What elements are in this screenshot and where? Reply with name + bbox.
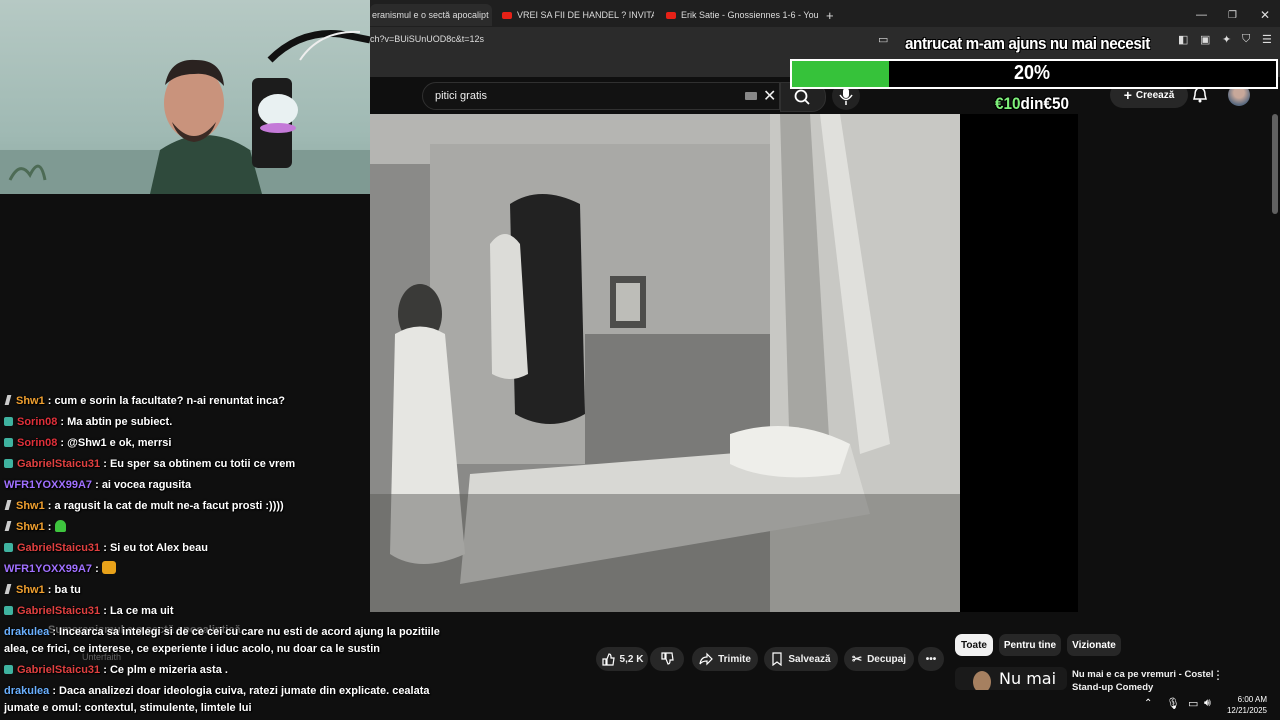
chat-message: GabrielStaicu31 : Eu sper sa obtinem cu … [4, 456, 295, 473]
donation-progress-fill [792, 61, 889, 87]
donation-percent: 20% [1014, 62, 1051, 84]
search-box[interactable]: pitici gratis ✕ [422, 82, 780, 110]
subscriber-badge-icon [4, 606, 13, 615]
save-label: Salvează [788, 653, 831, 665]
sword-badge-icon [4, 395, 12, 405]
url-text[interactable]: ch?v=BUiSUnUOD8c&t=12s [370, 34, 484, 44]
suggested-thumbnail[interactable]: Nu mai e [955, 667, 1067, 690]
browser-tab[interactable]: Erik Satie - Gnossiennes 1-6 - YouTub [666, 4, 818, 26]
system-clock[interactable]: 6:00 AM 12/21/2025 [1225, 694, 1267, 716]
subscriber-badge-icon [4, 543, 13, 552]
chat-message: GabrielStaicu31 : Ce plm e mizeria asta … [4, 662, 228, 679]
mic-tray-icon[interactable]: 🎙︎ [1166, 697, 1180, 710]
thumbnail-face [973, 671, 991, 690]
network-icon[interactable]: ▭ [1188, 697, 1198, 710]
subscriber-badge-icon [4, 459, 13, 468]
chip-for-you[interactable]: Pentru tine [999, 634, 1061, 656]
chat-message: Shw1 : [4, 519, 66, 536]
webcam-overlay [0, 0, 370, 194]
sword-badge-icon [4, 584, 12, 594]
chat-message-continued: alea, ce frici, ce interese, ce experien… [4, 643, 380, 655]
clip-icon: ✂ [852, 652, 863, 666]
chip-watched[interactable]: Vizionate [1067, 634, 1121, 656]
donation-message: antrucat m-am ajuns nu mai necesit [905, 34, 1150, 53]
sword-badge-icon [4, 521, 12, 531]
like-count: 5,2 K [619, 653, 644, 665]
chat-message: drakulea : Incearca sa intelegi si de ce… [4, 626, 440, 638]
sidebar-icon[interactable]: ◧ [1178, 33, 1188, 46]
restore-icon[interactable]: ❐ [1228, 4, 1237, 26]
taskbar-tray: ⌃ 🎙︎ ▭ 🔊︎ 6:00 AM 12/21/2025 [1100, 690, 1280, 720]
suggested-title[interactable]: Nu mai e ca pe vremuri - Costel [1072, 669, 1214, 680]
share-button[interactable]: Trimite [692, 647, 758, 671]
more-button[interactable]: ••• [918, 647, 944, 671]
browser-tab-bar: eranismul e o sectă apocalipt ✕ VREI SA … [370, 0, 1280, 27]
chat-message: GabrielStaicu31 : La ce ma uit [4, 603, 174, 620]
webcam-scene [0, 30, 370, 194]
stream-chat: Shw1 : cum e sorin la facultate? n-ai re… [0, 392, 440, 720]
browser-tab-active[interactable]: eranismul e o sectă apocalipt ✕ [370, 4, 492, 26]
like-icon [601, 653, 615, 666]
sword-badge-icon [4, 500, 12, 510]
ghost-emote-icon [54, 520, 66, 532]
chat-message: WFR1YOXX99A7 : ai vocea ragusita [4, 479, 192, 491]
clip-button[interactable]: ✂ Decupaj [844, 647, 914, 671]
browser-tab[interactable]: VREI SA FII DE HANDEL ? INVITAT SP [502, 4, 654, 26]
emote-icon [101, 561, 116, 574]
chat-message: Sorin08 : @Shw1 e ok, merrsi [4, 435, 171, 452]
chip-all[interactable]: Toate [955, 634, 993, 656]
video-frame [370, 114, 960, 612]
clock-time: 6:00 AM [1237, 695, 1267, 704]
chevron-up-icon[interactable]: ⌃ [1144, 698, 1152, 709]
donation-amount: €10din€50 [995, 94, 1070, 113]
chat-message-continued: jumate e omul: contextul, stimulente, li… [4, 702, 252, 714]
subscriber-badge-icon [4, 438, 13, 447]
subscriber-badge-icon [4, 665, 13, 674]
chat-message: WFR1YOXX99A7 : [4, 561, 116, 578]
new-tab-button[interactable]: + [826, 4, 846, 26]
chat-message: Sorin08 : Ma abtin pe subiect. [4, 414, 172, 431]
tab-title: Erik Satie - Gnossiennes 1-6 - YouTub [681, 10, 818, 20]
scrollbar[interactable] [1272, 114, 1278, 214]
window-close-icon[interactable]: ✕ [1260, 4, 1270, 26]
wallet-icon[interactable]: ▣ [1200, 33, 1210, 46]
chat-message: GabrielStaicu31 : Si eu tot Alex beau [4, 540, 208, 557]
like-button[interactable]: 5,2 K [596, 647, 648, 671]
volume-icon[interactable]: 🔊︎ [1204, 697, 1211, 710]
cast-icon[interactable]: ▭ [878, 33, 888, 46]
chat-message: Shw1 : ba tu [4, 582, 81, 599]
clip-label: Decupaj [867, 653, 906, 665]
save-button[interactable]: Salvează [764, 647, 838, 671]
subscriber-badge-icon [4, 417, 13, 426]
keyboard-icon[interactable] [745, 92, 757, 100]
dislike-icon [661, 652, 674, 665]
youtube-favicon-icon [502, 11, 512, 19]
dislike-button[interactable] [650, 647, 684, 671]
create-label: Creează [1135, 89, 1175, 101]
tab-title: VREI SA FII DE HANDEL ? INVITAT SP [517, 10, 654, 20]
more-icon: ••• [925, 653, 937, 665]
video-player[interactable] [370, 114, 960, 612]
search-input[interactable]: pitici gratis [435, 90, 487, 102]
video-side-panel [960, 114, 1078, 612]
youtube-favicon-icon [666, 11, 676, 19]
share-label: Trimite [718, 653, 751, 665]
chat-message: Shw1 : cum e sorin la facultate? n-ai re… [4, 393, 285, 410]
thumbnail-text: Nu mai e [999, 669, 1057, 690]
save-icon [772, 652, 782, 666]
more-vert-icon[interactable]: ⋮ [1212, 668, 1224, 682]
chat-message: drakulea : Daca analizezi doar ideologia… [4, 685, 430, 697]
share-icon [699, 652, 713, 666]
clock-date: 12/21/2025 [1226, 706, 1267, 715]
chat-message: Shw1 : a ragusit la cat de mult ne-a fac… [4, 498, 284, 515]
menu-icon[interactable]: ☰ [1262, 33, 1272, 46]
shield-icon[interactable]: ⛉ [1242, 33, 1250, 46]
tab-title: eranismul e o sectă apocalipt [372, 10, 489, 20]
plus-icon: + [1123, 87, 1132, 103]
extensions-icon[interactable]: ✦ [1222, 33, 1231, 46]
close-icon[interactable]: ✕ [763, 86, 776, 106]
minimize-icon[interactable]: — [1196, 4, 1207, 26]
